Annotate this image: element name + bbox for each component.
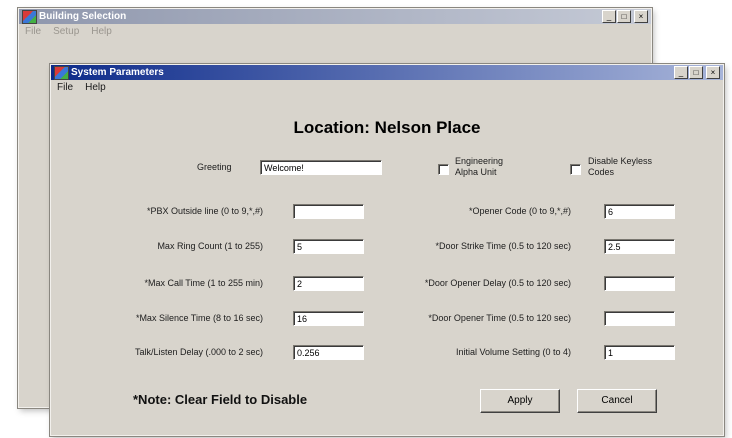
talk-listen-delay-input[interactable] [293, 345, 364, 360]
disable-note: *Note: Clear Field to Disable [133, 392, 308, 407]
apply-button[interactable]: Apply [480, 389, 560, 413]
max-silence-time-input[interactable] [293, 311, 364, 326]
greeting-input[interactable] [260, 160, 382, 175]
door-strike-time-label: *Door Strike Time (0.5 to 120 sec) [435, 241, 571, 251]
app-icon [22, 10, 37, 24]
minimize-icon[interactable]: _ [674, 66, 688, 79]
initial-volume-label: Initial Volume Setting (0 to 4) [455, 347, 571, 357]
system-parameters-window: System Parameters _ □ × File Help Locati… [49, 63, 725, 437]
menu-file[interactable]: File [25, 24, 41, 40]
initial-volume-input[interactable] [604, 345, 675, 360]
close-icon[interactable]: × [634, 10, 648, 23]
building-selection-titlebar[interactable]: Building Selection _ □ × [19, 9, 651, 24]
menu-help[interactable]: Help [85, 80, 106, 96]
door-opener-delay-label: *Door Opener Delay (0.5 to 120 sec) [424, 278, 571, 288]
system-parameters-titlebar[interactable]: System Parameters _ □ × [51, 65, 723, 80]
door-opener-time-input[interactable] [604, 311, 675, 326]
max-ring-count-label: Max Ring Count (1 to 255) [157, 241, 263, 251]
max-call-time-label: *Max Call Time (1 to 255 min) [144, 278, 263, 288]
building-selection-title: Building Selection [39, 11, 127, 22]
talk-listen-delay-label: Talk/Listen Delay (.000 to 2 sec) [134, 347, 263, 357]
greeting-label: Greeting [197, 162, 232, 172]
maximize-icon[interactable]: □ [689, 66, 703, 79]
pbx-outside-line-input[interactable] [293, 204, 364, 219]
menu-setup[interactable]: Setup [53, 24, 79, 40]
door-opener-delay-input[interactable] [604, 276, 675, 291]
menu-file[interactable]: File [57, 80, 73, 96]
system-parameters-menubar: File Help [51, 80, 723, 96]
menu-help[interactable]: Help [91, 24, 112, 40]
door-opener-time-label: *Door Opener Time (0.5 to 120 sec) [428, 313, 571, 323]
system-parameters-title: System Parameters [71, 67, 164, 78]
minimize-icon[interactable]: _ [602, 10, 616, 23]
cancel-button[interactable]: Cancel [577, 389, 657, 413]
max-ring-count-input[interactable] [293, 239, 364, 254]
disable-keyless-checkbox[interactable] [570, 164, 581, 175]
opener-code-input[interactable] [604, 204, 675, 219]
engineering-alpha-label: Engineering Alpha Unit [455, 156, 504, 177]
max-silence-time-label: *Max Silence Time (8 to 16 sec) [135, 313, 263, 323]
max-call-time-input[interactable] [293, 276, 364, 291]
pbx-outside-line-label: *PBX Outside line (0 to 9,*,#) [146, 206, 263, 216]
location-heading: Location: Nelson Place [293, 118, 481, 137]
disable-keyless-label: Disable Keyless Codes [588, 156, 653, 177]
opener-code-label: *Opener Code (0 to 9,*,#) [468, 206, 571, 216]
close-icon[interactable]: × [706, 66, 720, 79]
engineering-alpha-checkbox[interactable] [438, 164, 449, 175]
door-strike-time-input[interactable] [604, 239, 675, 254]
app-icon [54, 66, 69, 80]
building-selection-menubar: File Setup Help [19, 24, 651, 40]
maximize-icon[interactable]: □ [617, 10, 631, 23]
